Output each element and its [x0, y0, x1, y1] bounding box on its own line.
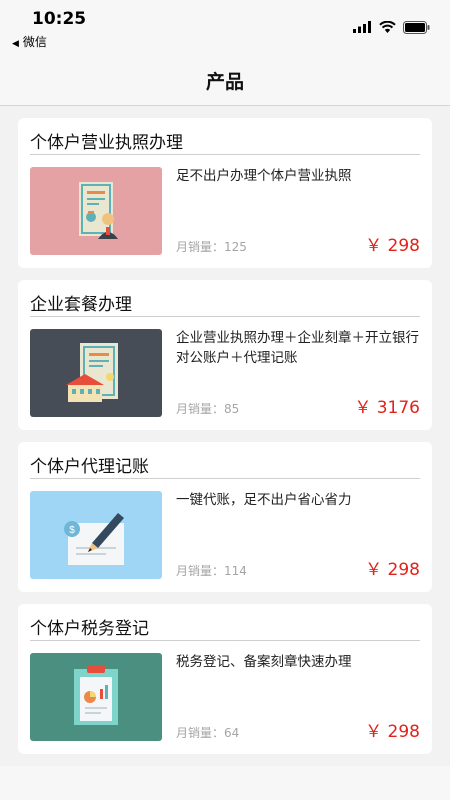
enterprise-package-icon: [30, 329, 162, 417]
divider: [30, 154, 420, 155]
product-thumbnail: [30, 167, 162, 255]
product-description: 税务登记、备案刻章快速办理: [176, 654, 352, 670]
back-label: 微信: [22, 35, 47, 49]
tax-clipboard-icon: [30, 653, 162, 741]
product-card[interactable]: 个体户代理记账 $ 一键代账，足不出户省心省力 月销量：114 ￥ 298: [18, 442, 432, 592]
monthly-sales: 月销量：125: [176, 238, 247, 255]
wifi-icon: [379, 21, 396, 33]
product-price: ￥ 298: [365, 560, 420, 580]
page-title: 产品: [205, 71, 244, 93]
divider: [30, 640, 420, 641]
divider: [30, 478, 420, 479]
business-license-icon: [30, 167, 162, 255]
sales-label: 月销量：: [176, 726, 225, 740]
sales-label: 月销量：: [176, 240, 225, 254]
sales-count: 85: [224, 402, 240, 416]
status-bar: 10:25 ◀ 微信: [0, 0, 450, 52]
divider: [30, 316, 420, 317]
product-card[interactable]: 个体户营业执照办理 足不出户办理个体户营业执照 月销量：125 ￥ 298: [18, 118, 432, 268]
status-icons: [353, 20, 430, 34]
monthly-sales: 月销量：114: [176, 562, 247, 579]
sales-label: 月销量：: [176, 564, 225, 578]
product-title: 企业套餐办理: [30, 295, 132, 315]
monthly-sales: 月销量：64: [176, 724, 239, 741]
sales-count: 114: [224, 564, 247, 578]
nav-bar: 产品: [0, 52, 450, 106]
product-price: ￥ 298: [365, 236, 420, 256]
product-title: 个体户税务登记: [30, 619, 149, 639]
sales-count: 125: [224, 240, 247, 254]
back-to-wechat-link[interactable]: ◀ 微信: [12, 33, 47, 50]
product-description: 足不出户办理个体户营业执照: [176, 168, 352, 184]
sales-label: 月销量：: [176, 402, 225, 416]
product-card[interactable]: 企业套餐办理 企业营业执照办理＋企业刻章＋开立银行对公账户＋代理记账 月销量：8…: [18, 280, 432, 430]
signal-icon: [353, 21, 371, 33]
bookkeeping-pen-icon: $: [30, 491, 162, 579]
product-card[interactable]: 个体户税务登记 税务登记、备案刻章快速办理 月销量：64 ￥ 298: [18, 604, 432, 754]
product-title: 个体户代理记账: [30, 457, 149, 477]
product-price: ￥ 3176: [354, 398, 420, 418]
status-time: 10:25: [32, 9, 87, 29]
battery-icon: [403, 20, 430, 34]
product-thumbnail: $: [30, 491, 162, 579]
bottom-area: [0, 766, 450, 800]
product-list: 个体户营业执照办理 足不出户办理个体户营业执照 月销量：125 ￥ 298 企业…: [18, 118, 432, 766]
sales-count: 64: [224, 726, 240, 740]
product-description: 一键代账，足不出户省心省力: [176, 492, 352, 508]
product-thumbnail: [30, 653, 162, 741]
product-thumbnail: [30, 329, 162, 417]
svg-text:$: $: [69, 525, 75, 536]
product-price: ￥ 298: [365, 722, 420, 742]
product-description: 企业营业执照办理＋企业刻章＋开立银行对公账户＋代理记账: [176, 330, 419, 366]
product-title: 个体户营业执照办理: [30, 133, 183, 153]
back-triangle-icon: ◀: [12, 39, 19, 49]
monthly-sales: 月销量：85: [176, 400, 239, 417]
